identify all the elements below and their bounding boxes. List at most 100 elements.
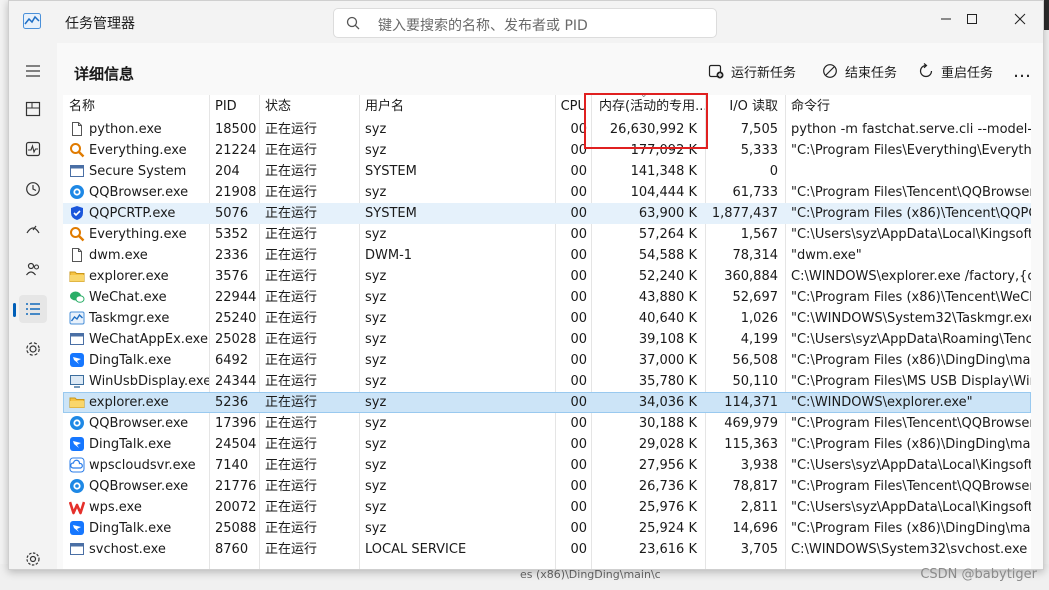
cell-name: WinUsbDisplay.exe — [63, 371, 209, 392]
cell-io: 2,811 — [740, 500, 778, 515]
table-row[interactable]: DingTalk.exe 25088 正在运行 syz 00 25,924 K 14,696… — [63, 518, 1031, 539]
process-name: Everything.exe — [89, 227, 187, 242]
cell-pid: 21224 — [215, 143, 257, 158]
table-row[interactable]: QQPCRTP.exe 5076 正在运行 SYSTEM 00 63,900 K 1,877… — [63, 203, 1031, 224]
nav-processes[interactable] — [19, 95, 47, 123]
cell-cpu: 00 — [570, 374, 587, 389]
process-name: WeChat.exe — [89, 290, 167, 305]
cell-user: syz — [365, 374, 387, 389]
cell-status: 正在运行 — [265, 437, 318, 452]
table-row[interactable]: Taskmgr.exe 25240 正在运行 syz 00 40,640 K 1,026 "C… — [63, 308, 1031, 329]
cell-mem: 30,188 K — [638, 416, 697, 431]
process-name: QQPCRTP.exe — [89, 206, 176, 221]
cell-user: syz — [365, 332, 387, 347]
nav-app-history[interactable] — [19, 175, 47, 203]
table-row[interactable]: explorer.exe 5236 正在运行 syz 00 34,036 K 114,371… — [63, 392, 1031, 413]
cell-io: 78,817 — [732, 479, 779, 494]
search-icon — [346, 16, 360, 30]
cell-io: 469,979 — [724, 416, 778, 431]
close-button[interactable] — [997, 3, 1043, 35]
cell-mem: 57,264 K — [638, 227, 697, 242]
table-row[interactable]: Everything.exe 5352 正在运行 syz 00 57,264 K 1,567… — [63, 224, 1031, 245]
search-box[interactable]: 键入要搜索的名称、发布者或 PID — [333, 8, 717, 38]
maximize-icon — [967, 14, 977, 24]
hamburger-menu-button[interactable] — [19, 57, 47, 85]
window-icon — [69, 541, 85, 557]
table-row[interactable]: Everything.exe 21224 正在运行 syz 00 177,092 K 5,3… — [63, 140, 1031, 161]
table-row[interactable]: svchost.exe 8760 正在运行 LOCAL SERVICE 00 23,616… — [63, 539, 1031, 560]
cell-pid: 6492 — [215, 353, 249, 368]
end-task-button[interactable]: 结束任务 — [821, 59, 897, 83]
column-header-command-line[interactable]: 命令行 — [785, 95, 1031, 119]
cell-name: QQPCRTP.exe — [63, 203, 209, 224]
search-placeholder: 键入要搜索的名称、发布者或 PID — [378, 18, 588, 34]
column-header-username[interactable]: 用户名 — [359, 95, 555, 119]
app-title: 任务管理器 — [65, 16, 135, 32]
cell-user: syz — [365, 290, 387, 305]
cell-pid: 25240 — [215, 311, 257, 326]
maximize-button[interactable] — [949, 3, 995, 35]
table-row[interactable]: python.exe 18500 正在运行 syz 00 26,630,992 K 7,50… — [63, 119, 1031, 140]
cell-user: syz — [365, 500, 387, 515]
everything-icon — [69, 226, 85, 242]
cell-cpu: 00 — [570, 437, 587, 452]
nav-services[interactable] — [19, 335, 47, 363]
table-row[interactable]: Secure System 204 正在运行 SYSTEM 00 141,348 K 0 — [63, 161, 1031, 182]
cell-name: QQBrowser.exe — [63, 182, 209, 203]
nav-startup-apps[interactable] — [19, 215, 47, 243]
cell-pid: 2336 — [215, 248, 249, 263]
cell-io: 78,314 — [732, 248, 779, 263]
table-row[interactable]: WeChat.exe 22944 正在运行 syz 00 43,880 K 52,697 "C… — [63, 287, 1031, 308]
nav-performance[interactable] — [19, 135, 47, 163]
cell-name: wpscloudsvr.exe — [63, 455, 209, 476]
more-options-button[interactable]: … — [1013, 59, 1032, 83]
table-row[interactable]: dwm.exe 2336 正在运行 DWM-1 00 54,588 K 78,314 "dwm… — [63, 245, 1031, 266]
table-row[interactable]: WinUsbDisplay.exe 24344 正在运行 syz 00 35,780 K 5… — [63, 371, 1031, 392]
cloud-icon — [69, 457, 85, 473]
cell-status: 正在运行 — [265, 353, 318, 368]
title-bar[interactable]: 任务管理器 键入要搜索的名称、发布者或 PID — [9, 1, 1043, 43]
dingtalk-icon — [69, 352, 85, 368]
nav-details[interactable] — [13, 295, 47, 323]
run-new-task-button[interactable]: 运行新任务 — [707, 59, 796, 83]
table-row[interactable]: QQBrowser.exe 17396 正在运行 syz 00 30,188 K 469,9… — [63, 413, 1031, 434]
hamburger-menu-icon — [26, 65, 40, 77]
column-header-io-read[interactable]: I/O 读取 — [705, 95, 785, 119]
column-header-name[interactable]: 名称 — [63, 95, 209, 119]
cell-cmd: "C:\Program Files\MS USB Display\WinUsb — [791, 374, 1031, 389]
nav-settings[interactable] — [19, 545, 47, 569]
table-row[interactable]: WeChatAppEx.exe 25028 正在运行 syz 00 39,108 K 4,1… — [63, 329, 1031, 350]
cell-cmd: C:\WINDOWS\System32\svchost.exe -k Lo — [791, 542, 1031, 557]
table-row[interactable]: DingTalk.exe 6492 正在运行 syz 00 37,000 K 56,508 "… — [63, 350, 1031, 371]
cell-io: 1,026 — [740, 311, 778, 326]
task-manager-icon — [23, 13, 41, 29]
table-row[interactable]: explorer.exe 3576 正在运行 syz 00 52,240 K 360,884… — [63, 266, 1031, 287]
settings-icon — [26, 552, 40, 566]
process-name: explorer.exe — [89, 269, 169, 284]
cell-pid: 18500 — [215, 122, 257, 137]
table-row[interactable]: QQBrowser.exe 21776 正在运行 syz 00 26,736 K 78,81… — [63, 476, 1031, 497]
cell-io: 7,505 — [740, 122, 778, 137]
table-row[interactable]: QQBrowser.exe 21908 正在运行 syz 00 104,444 K 61,7… — [63, 182, 1031, 203]
app-history-icon — [26, 182, 40, 196]
cell-user: syz — [365, 227, 387, 242]
column-header-pid[interactable]: PID — [209, 95, 259, 119]
cell-cmd: "C:\Users\syz\AppData\Local\Kingsoft\WP — [791, 227, 1031, 242]
process-name: wps.exe — [89, 500, 142, 515]
cell-cpu: 00 — [570, 248, 587, 263]
restart-task-button[interactable]: 重启任务 — [917, 59, 993, 83]
details-icon — [26, 303, 40, 315]
process-name: explorer.exe — [89, 395, 169, 410]
end-task-icon — [821, 62, 839, 80]
cell-cmd: python -m fastchat.serve.cli --model-pat… — [791, 122, 1031, 137]
nav-users[interactable] — [19, 255, 47, 283]
close-icon — [1014, 13, 1026, 25]
cell-user: syz — [365, 416, 387, 431]
column-header-status[interactable]: 状态 — [259, 95, 359, 119]
cell-status: 正在运行 — [265, 248, 318, 263]
performance-icon — [25, 141, 41, 157]
table-row[interactable]: wpscloudsvr.exe 7140 正在运行 syz 00 27,956 K 3,93… — [63, 455, 1031, 476]
table-row[interactable]: wps.exe 20072 正在运行 syz 00 25,976 K 2,811 "C:\Us… — [63, 497, 1031, 518]
cell-mem: 25,924 K — [638, 521, 697, 536]
table-row[interactable]: DingTalk.exe 24504 正在运行 syz 00 29,028 K 115,36… — [63, 434, 1031, 455]
